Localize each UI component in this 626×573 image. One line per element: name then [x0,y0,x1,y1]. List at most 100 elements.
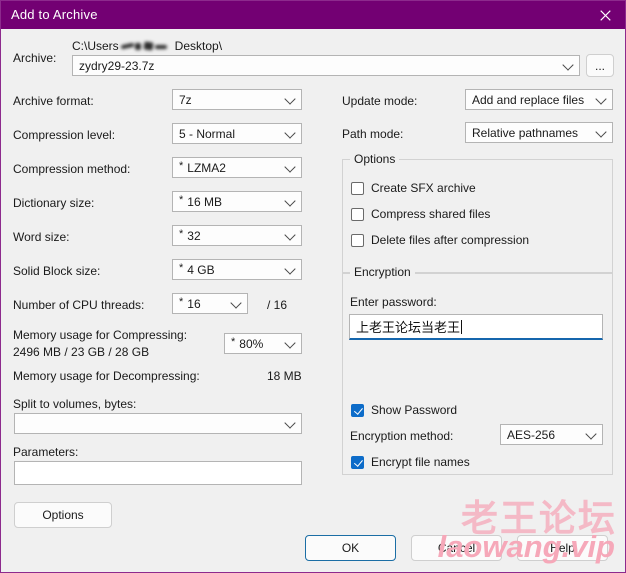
modified-marker: * [179,227,184,240]
split-volumes-label: Split to volumes, bytes: [13,397,137,411]
chevron-down-icon [284,228,296,241]
checkbox-icon [351,455,364,469]
chevron-down-icon [585,427,597,440]
checkbox-label: Create SFX archive [371,181,476,195]
encryption-group-title: Encryption [350,265,415,279]
dialog-body: Archive: C:\Users Desktop\ zydry29-23.7z … [2,29,625,572]
checkbox-delete-after[interactable]: Delete files after compression [351,233,529,247]
text-caret [461,319,463,334]
encryption-method-combo[interactable]: AES-256 [500,424,603,445]
encryption-method-label: Encryption method: [350,429,454,443]
cpu-threads-total: / 16 [267,298,288,312]
compression-method-value: LZMA2 [187,160,226,175]
help-button-label: Help [550,541,575,555]
memory-decompress-label: Memory usage for Decompressing: [13,369,200,383]
memory-decompress-value: 18 MB [267,369,302,383]
split-volumes-combo[interactable] [14,413,302,434]
window-title: Add to Archive [11,7,98,22]
word-size-label: Word size: [13,230,70,244]
modified-marker: * [179,295,184,308]
cancel-button[interactable]: Cancel [411,535,502,561]
cpu-threads-label: Number of CPU threads: [13,298,145,312]
solid-block-size-combo[interactable]: * 4 GB [172,259,302,280]
checkbox-icon [351,403,364,417]
options-group-title: Options [350,152,400,166]
modified-marker: * [179,159,184,172]
update-mode-value: Add and replace files [472,92,585,107]
dictionary-size-value: 16 MB [187,194,222,209]
checkbox-show-password[interactable]: Show Password [351,403,457,417]
checkbox-icon [351,233,364,247]
memory-percent-value: 80% [239,336,264,351]
browse-button[interactable]: ... [586,54,614,77]
path-mode-combo[interactable]: Relative pathnames [465,122,613,143]
archive-format-combo[interactable]: 7z [172,89,302,110]
compression-method-label: Compression method: [13,162,131,176]
compression-level-combo[interactable]: 5 - Normal [172,123,302,144]
cpu-threads-combo[interactable]: * 16 [172,293,248,314]
cpu-threads-value: 16 [187,296,201,311]
archive-name-combo[interactable]: zydry29-23.7z [72,55,580,76]
chevron-down-icon [562,58,574,71]
path-mode-label: Path mode: [342,127,404,141]
browse-label: ... [594,58,605,73]
cancel-button-label: Cancel [437,541,476,555]
compression-method-combo[interactable]: * LZMA2 [172,157,302,178]
word-size-combo[interactable]: * 32 [172,225,302,246]
options-button-label: Options [42,508,84,522]
ok-button[interactable]: OK [305,535,396,561]
ok-button-label: OK [341,541,360,555]
checkbox-label: Encrypt file names [371,455,470,469]
checkbox-label: Compress shared files [371,207,491,221]
chevron-down-icon [595,125,607,138]
checkbox-label: Delete files after compression [371,233,530,247]
archive-path-text: C:\Users Desktop\ [72,39,222,53]
solid-block-size-label: Solid Block size: [13,264,101,278]
update-mode-label: Update mode: [342,94,418,108]
checkbox-icon [351,207,364,221]
dictionary-size-combo[interactable]: * 16 MB [172,191,302,212]
password-value: 上老王论坛当老王 [356,320,461,335]
checkbox-label: Show Password [371,403,458,417]
path-mode-value: Relative pathnames [472,125,579,140]
parameters-label: Parameters: [13,445,79,459]
encryption-method-value: AES-256 [507,427,556,442]
close-icon[interactable] [583,1,625,29]
modified-marker: * [179,193,184,206]
memory-compress-detail: 2496 MB / 23 GB / 28 GB [13,345,150,359]
options-button[interactable]: Options [14,502,112,528]
title-bar: Add to Archive [1,1,625,29]
compression-level-value: 5 - Normal [179,126,236,141]
checkbox-encrypt-file-names[interactable]: Encrypt file names [351,455,470,469]
dictionary-size-label: Dictionary size: [13,196,95,210]
archive-format-value: 7z [179,92,192,107]
checkbox-create-sfx[interactable]: Create SFX archive [351,181,476,195]
chevron-down-icon [284,160,296,173]
modified-marker: * [231,335,236,348]
redacted-username [119,40,175,52]
add-to-archive-dialog: Add to Archive Archive: C:\Users Desktop\… [0,0,626,573]
checkbox-compress-shared[interactable]: Compress shared files [351,207,490,221]
archive-format-label: Archive format: [13,94,94,108]
password-input[interactable]: 上老王论坛当老王 [349,314,603,340]
compression-level-label: Compression level: [13,128,116,142]
solid-block-size-value: 4 GB [187,262,215,277]
chevron-down-icon [284,336,296,349]
update-mode-combo[interactable]: Add and replace files [465,89,613,110]
chevron-down-icon [284,92,296,105]
parameters-input[interactable] [14,461,302,485]
chevron-down-icon [595,92,607,105]
memory-compress-label: Memory usage for Compressing: [13,328,188,342]
help-button[interactable]: Help [517,535,608,561]
password-label: Enter password: [350,295,437,309]
archive-name-value: zydry29-23.7z [79,58,155,73]
archive-label: Archive: [13,51,57,65]
archive-path-prefix: C:\Users [72,39,119,53]
modified-marker: * [179,261,184,274]
memory-percent-combo[interactable]: * 80% [224,333,302,354]
chevron-down-icon [284,126,296,139]
chevron-down-icon [284,416,296,429]
word-size-value: 32 [187,228,201,243]
archive-path-suffix: Desktop\ [174,39,223,53]
checkbox-icon [351,181,364,195]
